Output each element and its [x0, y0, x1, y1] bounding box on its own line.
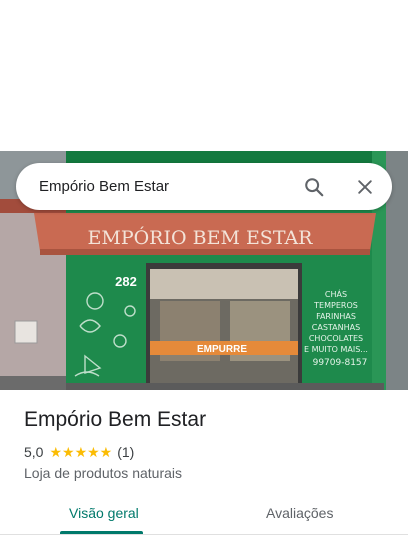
rating-value: 5,0 — [24, 444, 44, 460]
review-count[interactable]: (1) — [117, 444, 134, 460]
door-sign-text: EMPURRE — [197, 344, 247, 355]
window-text-line: FARINHAS — [316, 312, 356, 321]
tab-reviews[interactable]: Avaliações — [266, 505, 333, 521]
tabs-divider — [0, 534, 408, 535]
window-text-line: TEMPEROS — [313, 301, 358, 310]
phone-text: 99709-8157 — [313, 358, 368, 368]
window-text-line: CASTANHAS — [312, 323, 360, 332]
place-category[interactable]: Loja de produtos naturais — [24, 465, 182, 481]
awning-sign-text: EMPÓRIO BEM ESTAR — [88, 226, 314, 249]
close-icon[interactable] — [352, 174, 378, 200]
tab-overview[interactable]: Visão geral — [69, 505, 139, 521]
place-title: Empório Bem Estar — [24, 408, 207, 431]
star-rating-icon: ★★★★★ — [49, 443, 113, 460]
window-text-line: CHOCOLATES — [309, 334, 363, 343]
window-text-line: CHÁS — [325, 288, 347, 299]
rating-row[interactable]: 5,0 ★★★★★ (1) — [24, 443, 134, 461]
search-bar[interactable]: Empório Bem Estar — [16, 163, 392, 210]
window-text-line: E MUITO MAIS... — [304, 345, 368, 354]
search-input[interactable]: Empório Bem Estar — [39, 178, 169, 195]
search-icon[interactable] — [301, 174, 327, 200]
street-number-text: 282 — [115, 274, 137, 289]
